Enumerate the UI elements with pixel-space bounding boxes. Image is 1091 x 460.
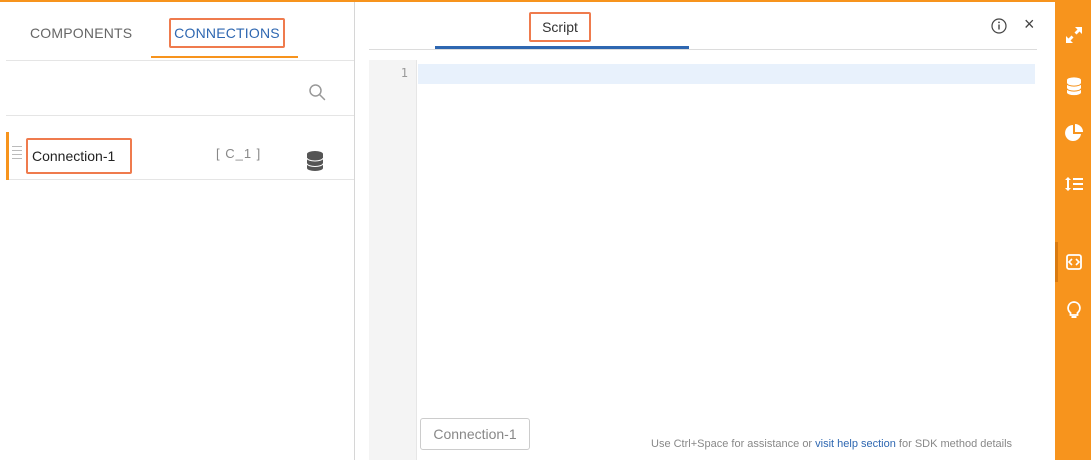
code-editor[interactable]: 1 Connection-1 Use Ctrl+Space for assist… [369, 60, 1037, 460]
close-icon[interactable]: × [1024, 14, 1035, 34]
header-divider [369, 49, 1037, 50]
search-bar[interactable] [6, 60, 354, 116]
hint-prefix: Use Ctrl+Space for assistance or [651, 438, 816, 450]
sidebar-item-database[interactable] [1055, 66, 1091, 106]
line-gutter: 1 [369, 60, 417, 460]
sidebar-item-chart[interactable] [1055, 113, 1091, 153]
connection-chip-button[interactable]: Connection-1 [420, 418, 530, 450]
script-icon [1066, 254, 1082, 270]
line-number: 1 [400, 66, 408, 80]
tab-connections[interactable]: CONNECTIONS [169, 18, 285, 48]
tab-components[interactable]: COMPONENTS [30, 18, 132, 48]
left-panel: COMPONENTS CONNECTIONS Connection-1 [ C_… [6, 2, 354, 460]
editor-hint: Use Ctrl+Space for assistance or visit h… [651, 438, 1012, 450]
panel-tabs: COMPONENTS CONNECTIONS [6, 2, 354, 60]
connection-name[interactable]: Connection-1 [26, 138, 132, 174]
right-toolbar [1055, 0, 1091, 460]
selected-indicator [6, 132, 9, 180]
active-item-indicator [1055, 242, 1058, 282]
script-panel: Script × 1 Connection-1 Use Ctrl+Space f… [355, 2, 1055, 460]
search-icon[interactable] [308, 83, 326, 101]
drag-handle-icon[interactable] [12, 146, 22, 162]
help-section-link[interactable]: visit help section [815, 438, 896, 450]
connection-alias: [ C_1 ] [216, 146, 262, 161]
sort-list-icon [1065, 177, 1083, 191]
sidebar-item-sort[interactable] [1055, 164, 1091, 204]
database-icon [306, 151, 324, 171]
sidebar-item-expand[interactable] [1055, 15, 1091, 55]
expand-icon [1066, 27, 1082, 43]
tab-script[interactable]: Script [529, 12, 591, 42]
database-icon [1066, 77, 1082, 96]
lightbulb-icon [1067, 301, 1081, 318]
sidebar-item-script[interactable] [1055, 242, 1091, 282]
pie-chart-icon [1065, 124, 1083, 141]
hint-suffix: for SDK method details [895, 438, 1013, 450]
active-tab-indicator [151, 56, 298, 58]
info-icon[interactable] [991, 18, 1007, 34]
connection-list-item[interactable]: Connection-1 [ C_1 ] [6, 132, 354, 180]
active-line[interactable] [418, 64, 1035, 84]
sidebar-item-tips[interactable] [1055, 290, 1091, 330]
